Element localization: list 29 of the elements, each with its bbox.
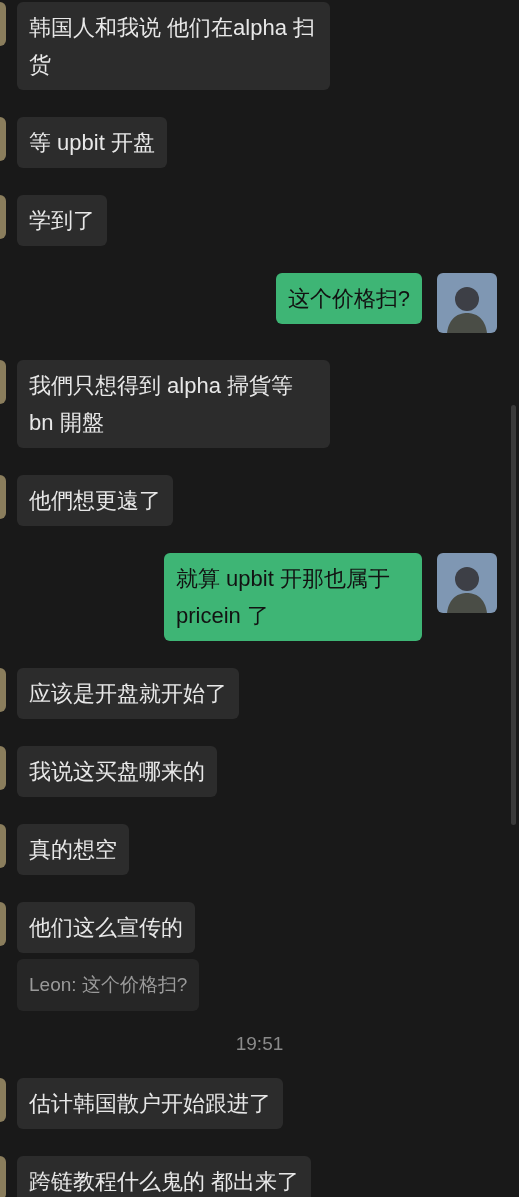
- avatar: [0, 1155, 6, 1197]
- avatar: [437, 273, 497, 333]
- message-bubble: 估计韩国散户开始跟进了: [17, 1077, 283, 1129]
- message-bubble: 他们这么宣传的: [17, 902, 195, 953]
- message-bubble: 这个价格扫?: [275, 273, 422, 324]
- avatar: [0, 902, 6, 946]
- avatar: [0, 2, 6, 46]
- scrollbar[interactable]: [511, 405, 516, 825]
- avatar: [0, 117, 6, 161]
- message-bubble: 就算 upbit 开那也属于 pricein 了: [164, 553, 422, 641]
- avatar: [0, 1077, 6, 1122]
- message-bubble: 我说这买盘哪来的: [17, 746, 217, 797]
- message-bubble: 跨链教程什么鬼的 都出来了: [17, 1155, 312, 1197]
- message-bubble: 学到了: [17, 195, 107, 246]
- avatar: [0, 824, 6, 868]
- avatar: [0, 195, 6, 239]
- message-bubble: 应该是开盘就开始了: [17, 668, 239, 719]
- avatar: [0, 360, 6, 404]
- message-bubble: 韩国人和我说 他们在alpha 扫货: [17, 2, 330, 90]
- message-bubble: 等 upbit 开盘: [17, 117, 167, 168]
- avatar: [0, 668, 6, 712]
- avatar: [437, 553, 497, 613]
- avatar: [0, 746, 6, 790]
- message-bubble: 真的想空: [17, 824, 129, 875]
- timestamp: 19:51: [235, 1032, 284, 1056]
- message-bubble: 他們想更遠了: [17, 475, 173, 526]
- quoted-message: Leon: 这个价格扫?: [17, 959, 200, 1011]
- message-bubble: 我們只想得到 alpha 掃貨等 bn 開盤: [17, 360, 330, 448]
- avatar: [0, 475, 6, 519]
